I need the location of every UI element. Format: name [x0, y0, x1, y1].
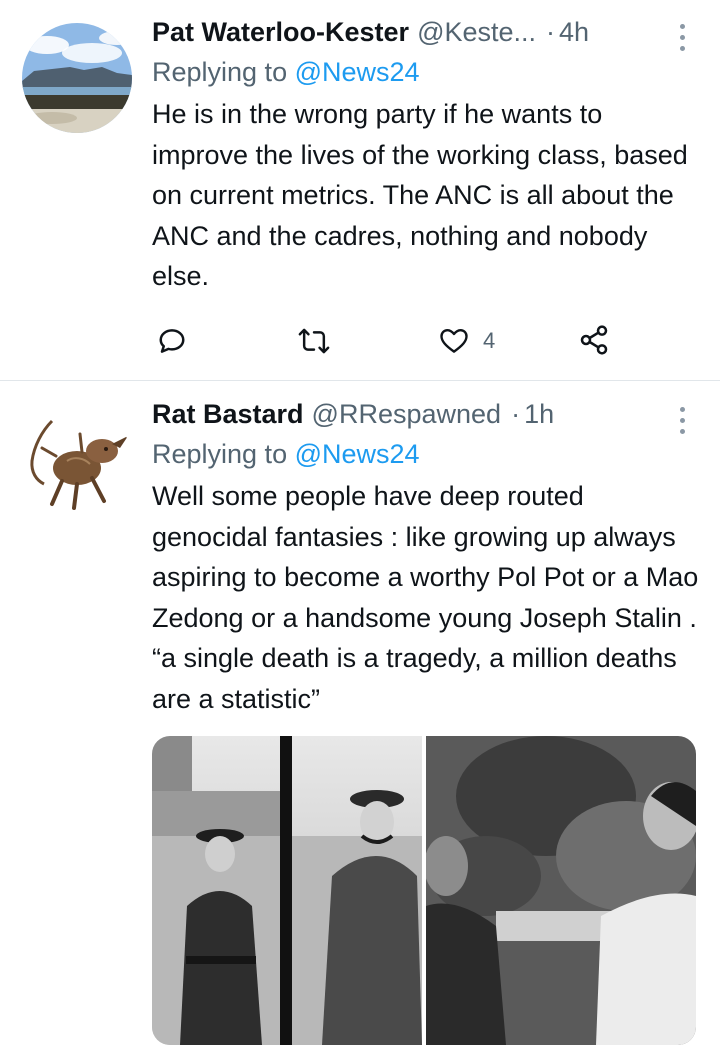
photo-left[interactable]: [152, 736, 422, 1045]
tweet-text: He is in the wrong party if he wants to …: [152, 99, 688, 291]
tweet-media[interactable]: [152, 736, 696, 1045]
reply-button[interactable]: [157, 326, 187, 356]
reply-icon: [159, 329, 185, 353]
avatar[interactable]: [22, 406, 132, 516]
user-handle[interactable]: @RRespawned: [312, 396, 502, 432]
separator-dot: ·: [546, 17, 556, 47]
landscape-avatar-image: [22, 23, 132, 133]
retweet-button[interactable]: [298, 326, 330, 356]
replying-to: Replying to @News24: [152, 54, 700, 90]
separator-dot: ·: [511, 399, 521, 429]
heart-icon: [440, 328, 468, 353]
like-count: 4: [483, 328, 496, 353]
tweet-header: Pat Waterloo-Kester @Keste... · 4h: [152, 14, 700, 50]
tweet-1[interactable]: Pat Waterloo-Kester @Keste... · 4h Reply…: [0, 0, 720, 380]
tweet-header: Rat Bastard @RRespawned · 1h: [152, 396, 700, 432]
replying-to-link[interactable]: @News24: [295, 57, 420, 87]
like-button[interactable]: 4: [439, 326, 495, 356]
more-options-icon[interactable]: [678, 24, 686, 54]
share-icon: [580, 325, 608, 355]
historical-photo-two-figures: [152, 736, 422, 1045]
timestamp[interactable]: 4h: [559, 14, 589, 50]
avatar[interactable]: [22, 23, 132, 133]
replying-to: Replying to @News24: [152, 436, 700, 472]
historical-photo-seated-men: [426, 736, 696, 1045]
display-name[interactable]: Pat Waterloo-Kester: [152, 14, 409, 50]
user-handle[interactable]: @Keste...: [417, 14, 536, 50]
replying-to-prefix: Replying to: [152, 439, 288, 469]
timestamp[interactable]: 1h: [524, 396, 554, 432]
photo-right[interactable]: [426, 736, 696, 1045]
retweet-icon: [298, 328, 330, 354]
display-name[interactable]: Rat Bastard: [152, 396, 304, 432]
more-options-icon[interactable]: [678, 407, 686, 437]
replying-to-link[interactable]: @News24: [295, 439, 420, 469]
share-button[interactable]: [578, 324, 610, 356]
rat-creature-avatar-image: [22, 406, 132, 516]
replying-to-prefix: Replying to: [152, 57, 288, 87]
tweet-text: Well some people have deep routed genoci…: [152, 481, 699, 714]
